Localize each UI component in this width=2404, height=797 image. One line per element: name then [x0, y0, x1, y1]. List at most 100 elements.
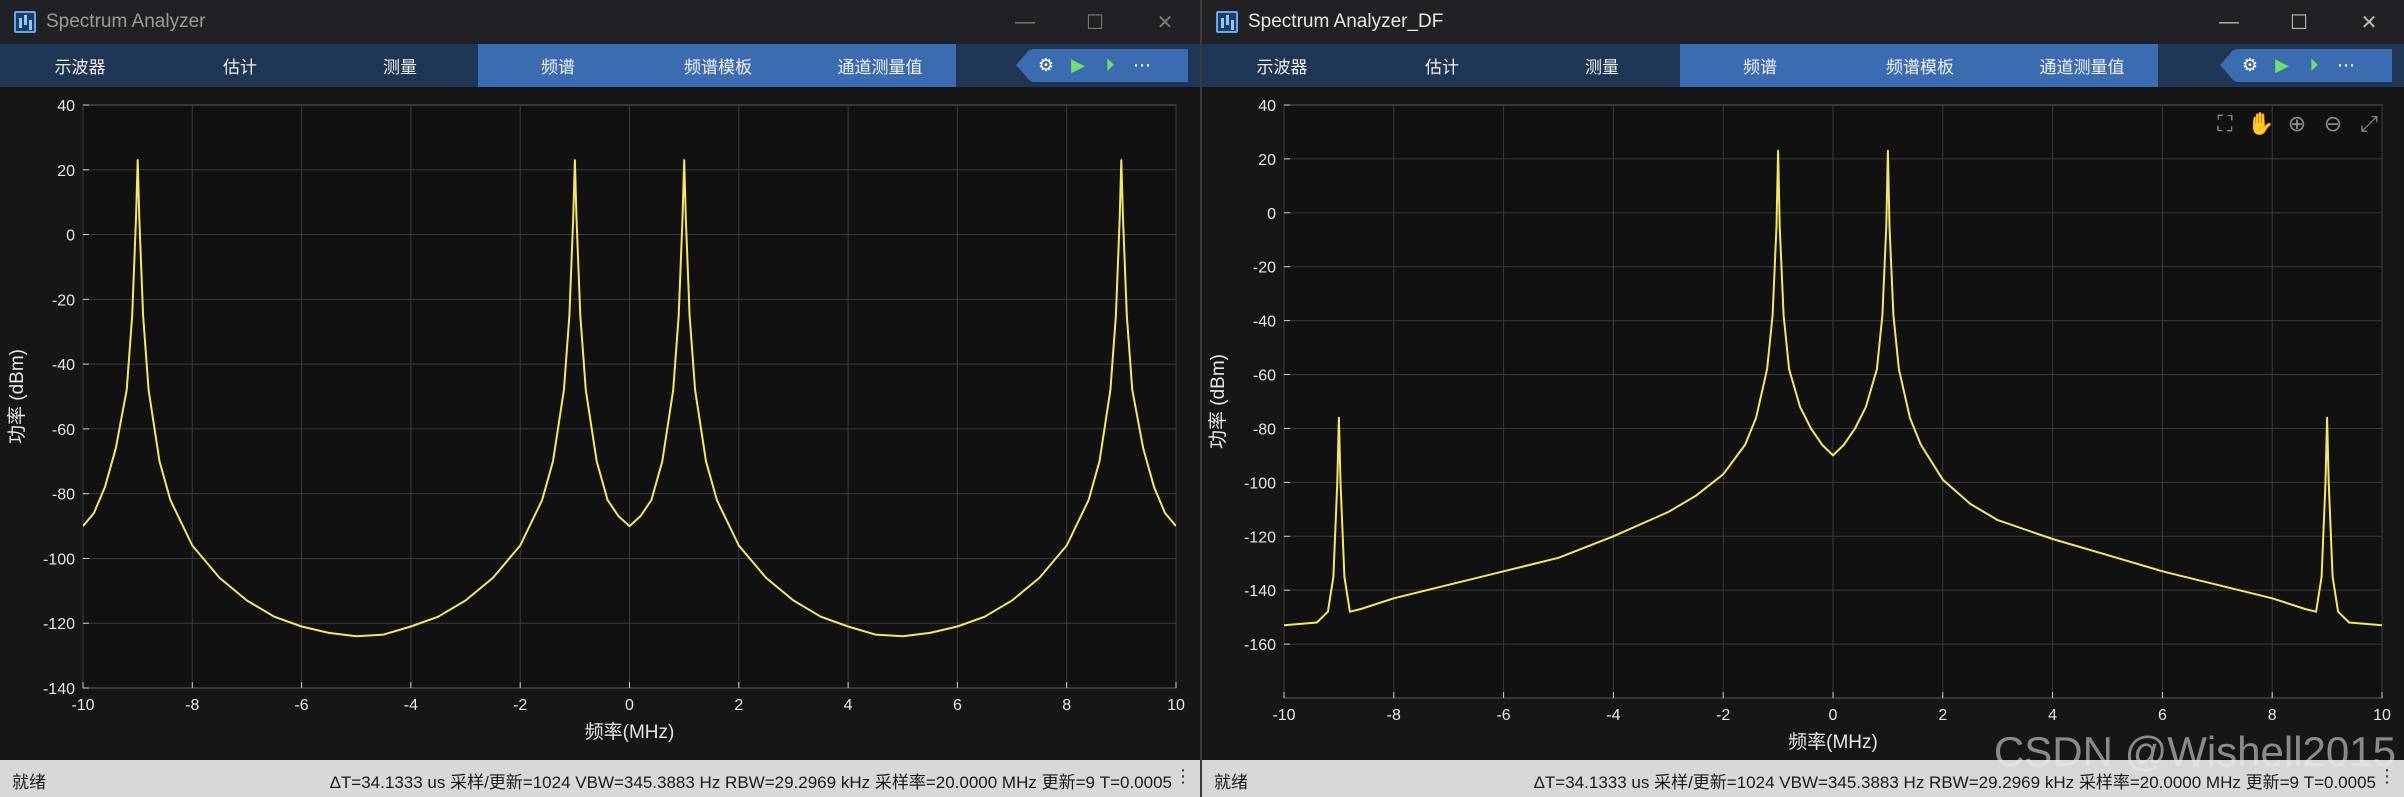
title-bar: Spectrum Analyzer_DF — ☐ ✕ [1202, 0, 2404, 44]
y-tick-label: -80 [52, 487, 75, 504]
x-tick-label: 0 [625, 697, 634, 714]
toolstrip: 示波器 估计 测量 频谱 频谱模板 通道测量值 ⚙ ▶ ⏵ ⋯ [0, 44, 1200, 87]
minimize-button[interactable]: — [990, 0, 1060, 44]
x-tick-label: 2 [1938, 707, 1947, 724]
watermark: CSDN @Wishell2015 [1993, 728, 2396, 775]
tab-channel-measurements[interactable]: 通道测量值 [810, 44, 950, 87]
maximize-button[interactable]: ☐ [1060, 0, 1130, 44]
x-tick-label: -6 [1496, 707, 1510, 724]
x-tick-label: -4 [404, 697, 418, 714]
tab-estimate[interactable]: 估计 [180, 44, 300, 87]
y-tick-label: 0 [66, 228, 75, 245]
plot-area[interactable]: -10 -8 -6 -4 -2 0 2 4 6 8 10 40 20 0 -20 -40 -60 -80 -100-… [1202, 87, 2404, 760]
x-tick-label: 4 [844, 697, 853, 714]
y-tick-label: -40 [1253, 314, 1276, 331]
y-tick-label: 20 [1258, 152, 1276, 169]
x-tick-label: -10 [71, 697, 94, 714]
x-tick-label: -2 [1716, 707, 1730, 724]
spectrum-analyzer-app-icon [14, 11, 36, 33]
tab-spectrum[interactable]: 频谱 [1700, 44, 1820, 87]
minimize-icon: — [1015, 10, 1035, 33]
tab-measure[interactable]: 测量 [1542, 44, 1662, 87]
more-icon[interactable]: ⋯ [2330, 51, 2362, 81]
tab-channel-measurements[interactable]: 通道测量值 [2012, 44, 2152, 87]
step-forward-icon[interactable]: ⏵ [1094, 51, 1126, 81]
x-tick-label: 10 [1167, 697, 1185, 714]
maximize-icon: ☐ [2290, 11, 2308, 34]
tab-scope[interactable]: 示波器 [1222, 44, 1342, 87]
y-tick-label: -20 [1253, 260, 1276, 277]
close-icon: ✕ [1156, 11, 1174, 34]
tab-spectral-mask[interactable]: 频谱模板 [658, 44, 778, 87]
y-tick-label: -120 [1244, 529, 1276, 546]
maximize-icon: ☐ [1086, 11, 1104, 34]
y-tick-label: 0 [1267, 206, 1276, 223]
minimize-button[interactable]: — [2194, 0, 2264, 44]
x-tick-label: -8 [1387, 707, 1401, 724]
autoscale-icon[interactable]: ⤢ [2354, 109, 2384, 139]
window-title: Spectrum Analyzer_DF [1248, 11, 1444, 32]
close-button[interactable]: ✕ [1130, 0, 1200, 44]
pan-hand-icon[interactable]: ✋ [2246, 109, 2276, 139]
y-tick-label: 40 [57, 98, 75, 115]
status-ready: 就绪 [1214, 773, 1248, 792]
simulation-toolbar: ⚙ ▶ ⏵ ⋯ [2220, 49, 2392, 82]
y-tick-label: -140 [43, 681, 75, 698]
y-tick-label: 40 [1258, 98, 1276, 115]
y-tick-label: -160 [1244, 637, 1276, 654]
spectrum-plot[interactable]: -10 -8 -6 -4 -2 0 2 4 6 8 1040200-20-40-60-80-100-… [0, 87, 1200, 760]
y-tick-label: -80 [1253, 421, 1276, 438]
tab-spectral-mask[interactable]: 频谱模板 [1860, 44, 1980, 87]
x-tick-label: 10 [2373, 707, 2391, 724]
status-measurements: ΔT=34.1333 us 采样/更新=1024 VBW=345.3883 Hz… [329, 773, 1172, 792]
x-axis-label: 频率(MHz) [1788, 731, 1878, 753]
step-forward-icon[interactable]: ⏵ [2298, 51, 2330, 81]
spectrum-analyzer-window: Spectrum Analyzer — ☐ ✕ 示波器 估计 测量 频谱 频谱模… [0, 0, 1200, 797]
tab-scope[interactable]: 示波器 [20, 44, 140, 87]
tab-spectrum[interactable]: 频谱 [498, 44, 618, 87]
y-tick-label: -20 [52, 292, 75, 309]
zoom-in-icon[interactable]: ⊕ [2282, 109, 2312, 139]
run-icon[interactable]: ▶ [2266, 51, 2298, 81]
close-icon: ✕ [2360, 11, 2378, 34]
x-tick-label: 2 [734, 697, 743, 714]
spectrum-analyzer-df-window: Spectrum Analyzer_DF — ☐ ✕ 示波器 估计 测量 频谱 … [1202, 0, 2404, 797]
x-tick-label: -4 [1606, 707, 1620, 724]
x-tick-label: -2 [513, 697, 527, 714]
x-tick-label: 6 [2158, 707, 2167, 724]
toolstrip: 示波器 估计 测量 频谱 频谱模板 通道测量值 ⚙ ▶ ⏵ ⋯ [1202, 44, 2404, 87]
status-more-icon[interactable]: ⋮ [1174, 766, 1192, 787]
settings-gear-icon[interactable]: ⚙ [1030, 51, 1062, 81]
axes-toolbar: ⛶ ✋ ⊕ ⊖ ⤢ [2210, 109, 2384, 139]
x-tick-label: 6 [953, 697, 962, 714]
plot-area[interactable]: -10 -8 -6 -4 -2 0 2 4 6 8 10 40 20 0 -20 -40 -60 -80 -100-… [0, 87, 1200, 760]
run-icon[interactable]: ▶ [1062, 51, 1094, 81]
more-icon[interactable]: ⋯ [1126, 51, 1158, 81]
y-tick-label: -60 [52, 422, 75, 439]
status-bar: 就绪 ΔT=34.1333 us 采样/更新=1024 VBW=345.3883… [0, 760, 1200, 797]
close-button[interactable]: ✕ [2334, 0, 2404, 44]
x-tick-label: 4 [2048, 707, 2057, 724]
simulation-toolbar: ⚙ ▶ ⏵ ⋯ [1016, 49, 1188, 82]
x-tick-label: -6 [294, 697, 308, 714]
x-axis-label: 频率(MHz) [585, 721, 675, 743]
status-ready: 就绪 [12, 773, 46, 792]
tab-estimate[interactable]: 估计 [1382, 44, 1502, 87]
y-tick-label: -100 [1244, 475, 1276, 492]
y-tick-label: -140 [1244, 583, 1276, 600]
y-tick-label: -40 [52, 357, 75, 374]
spectrum-plot[interactable]: -10 -8 -6 -4 -2 0 2 4 6 8 1040200-20-40-60-80-100-… [1202, 87, 2404, 760]
window-title: Spectrum Analyzer [46, 11, 206, 32]
y-axis-label: 功率 (dBm) [1207, 354, 1229, 449]
maximize-button[interactable]: ☐ [2264, 0, 2334, 44]
y-tick-label: -120 [43, 616, 75, 633]
y-tick-label: 20 [57, 163, 75, 180]
x-tick-label: 8 [1062, 697, 1071, 714]
title-bar: Spectrum Analyzer — ☐ ✕ [0, 0, 1200, 44]
fit-to-view-icon[interactable]: ⛶ [2210, 109, 2240, 139]
settings-gear-icon[interactable]: ⚙ [2234, 51, 2266, 81]
tab-measure[interactable]: 测量 [340, 44, 460, 87]
zoom-out-icon[interactable]: ⊖ [2318, 109, 2348, 139]
x-tick-label: -8 [185, 697, 199, 714]
x-tick-label: 0 [1829, 707, 1838, 724]
